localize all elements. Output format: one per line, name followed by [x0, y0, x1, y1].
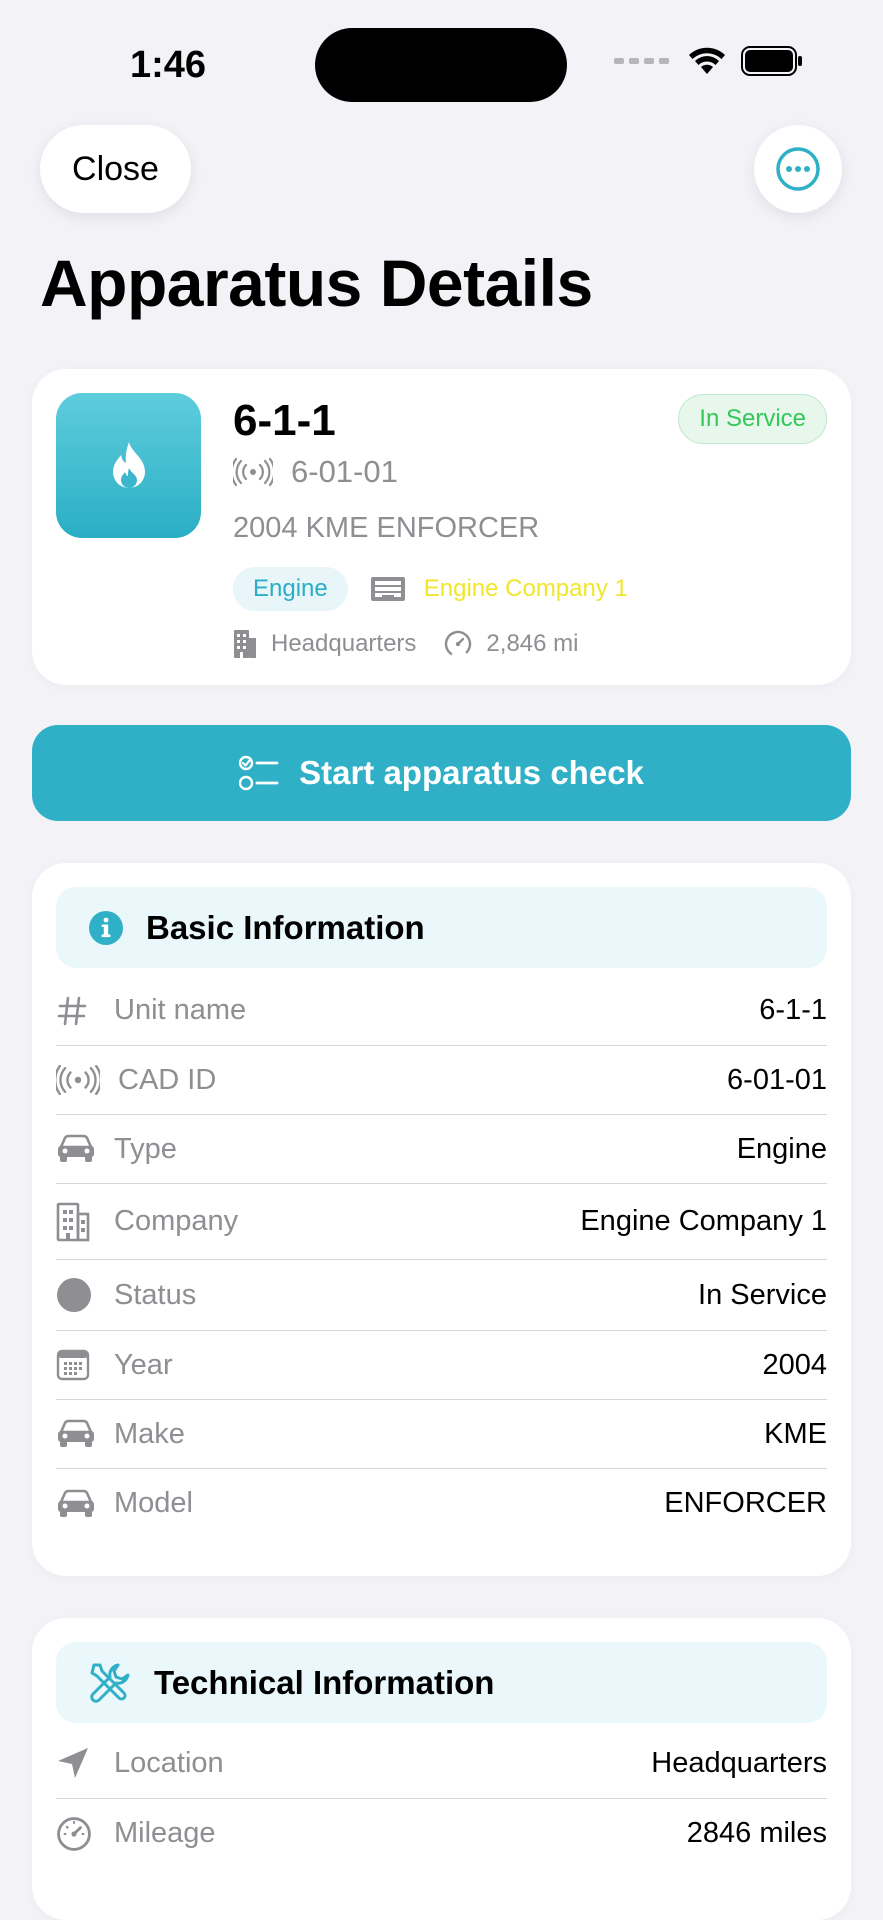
info-row-company: Company Engine Company 1	[56, 1184, 827, 1260]
tag-row: Engine Engine Company 1	[233, 567, 628, 611]
wifi-icon	[687, 46, 727, 76]
company-name: Engine Company 1	[423, 575, 628, 602]
status-badge: In Service	[678, 394, 827, 444]
mileage-text: 2,846 mi	[486, 630, 579, 657]
cad-id-row: 6-01-01	[233, 454, 398, 490]
hash-icon	[57, 996, 87, 1025]
ellipsis-circle-icon	[776, 147, 820, 191]
technical-information-header: Technical Information	[56, 1642, 827, 1723]
dynamic-island	[315, 28, 567, 102]
car-icon	[58, 1489, 94, 1517]
page-title: Apparatus Details	[40, 246, 593, 320]
location-arrow-icon	[58, 1748, 88, 1778]
apparatus-description: 2004 KME ENFORCER	[233, 512, 540, 544]
antenna-icon	[56, 1065, 100, 1095]
basic-information-header: Basic Information	[56, 887, 827, 968]
apparatus-details-screen: 1:46 Close Apparatus Details 6-1-1 6-01-…	[0, 0, 883, 1920]
info-row-year: Year 2004	[56, 1331, 827, 1400]
start-apparatus-check-button[interactable]: Start apparatus check	[32, 725, 851, 821]
info-row-type: Type Engine	[56, 1115, 827, 1184]
more-options-button[interactable]	[754, 125, 842, 213]
speedometer-icon	[57, 1816, 91, 1851]
close-button[interactable]: Close	[40, 125, 191, 213]
building-icon	[56, 1202, 90, 1241]
apparatus-avatar	[56, 393, 201, 538]
info-row-cad-id: CAD ID 6-01-01	[56, 1046, 827, 1115]
type-chip: Engine	[233, 567, 348, 611]
speedometer-icon	[445, 630, 472, 658]
meta-row: Headquarters 2,846 mi	[233, 629, 578, 659]
calendar-icon	[56, 1349, 90, 1381]
status-bar-time: 1:46	[130, 44, 207, 86]
basic-information-title: Basic Information	[146, 908, 425, 946]
battery-icon	[741, 46, 803, 76]
building-icon	[234, 630, 256, 658]
cad-id: 6-01-01	[291, 454, 398, 489]
technical-information-card: Technical Information Location Headquart…	[32, 1618, 851, 1920]
unit-name: 6-1-1	[233, 396, 336, 445]
location-text: Headquarters	[271, 630, 417, 657]
wrench-screwdriver-icon	[90, 1663, 130, 1703]
info-row-make: Make KME	[56, 1400, 827, 1469]
car-icon	[58, 1134, 94, 1162]
technical-information-title: Technical Information	[154, 1663, 495, 1701]
apparatus-summary-card: 6-1-1 6-01-01 2004 KME ENFORCER In Servi…	[32, 369, 851, 685]
basic-information-card: Basic Information Unit name 6-1-1 CAD ID…	[32, 863, 851, 1576]
info-row-unit-name: Unit name 6-1-1	[56, 976, 827, 1046]
tech-row-mileage: Mileage 2846 miles	[56, 1799, 827, 1868]
status-dot-icon	[57, 1278, 91, 1312]
start-apparatus-check-label: Start apparatus check	[299, 754, 644, 791]
antenna-icon	[233, 458, 273, 486]
info-row-status: Status In Service	[56, 1260, 827, 1331]
car-icon	[58, 1419, 94, 1447]
garage-icon	[370, 577, 405, 601]
info-row-model: Model ENFORCER	[56, 1469, 827, 1538]
tech-row-location: Location Headquarters	[56, 1728, 827, 1799]
checklist-icon	[239, 755, 279, 791]
status-bar-indicators	[614, 46, 803, 76]
info-circle-icon	[89, 910, 123, 945]
flame-icon	[112, 441, 145, 488]
cellular-signal-icon	[614, 58, 669, 64]
